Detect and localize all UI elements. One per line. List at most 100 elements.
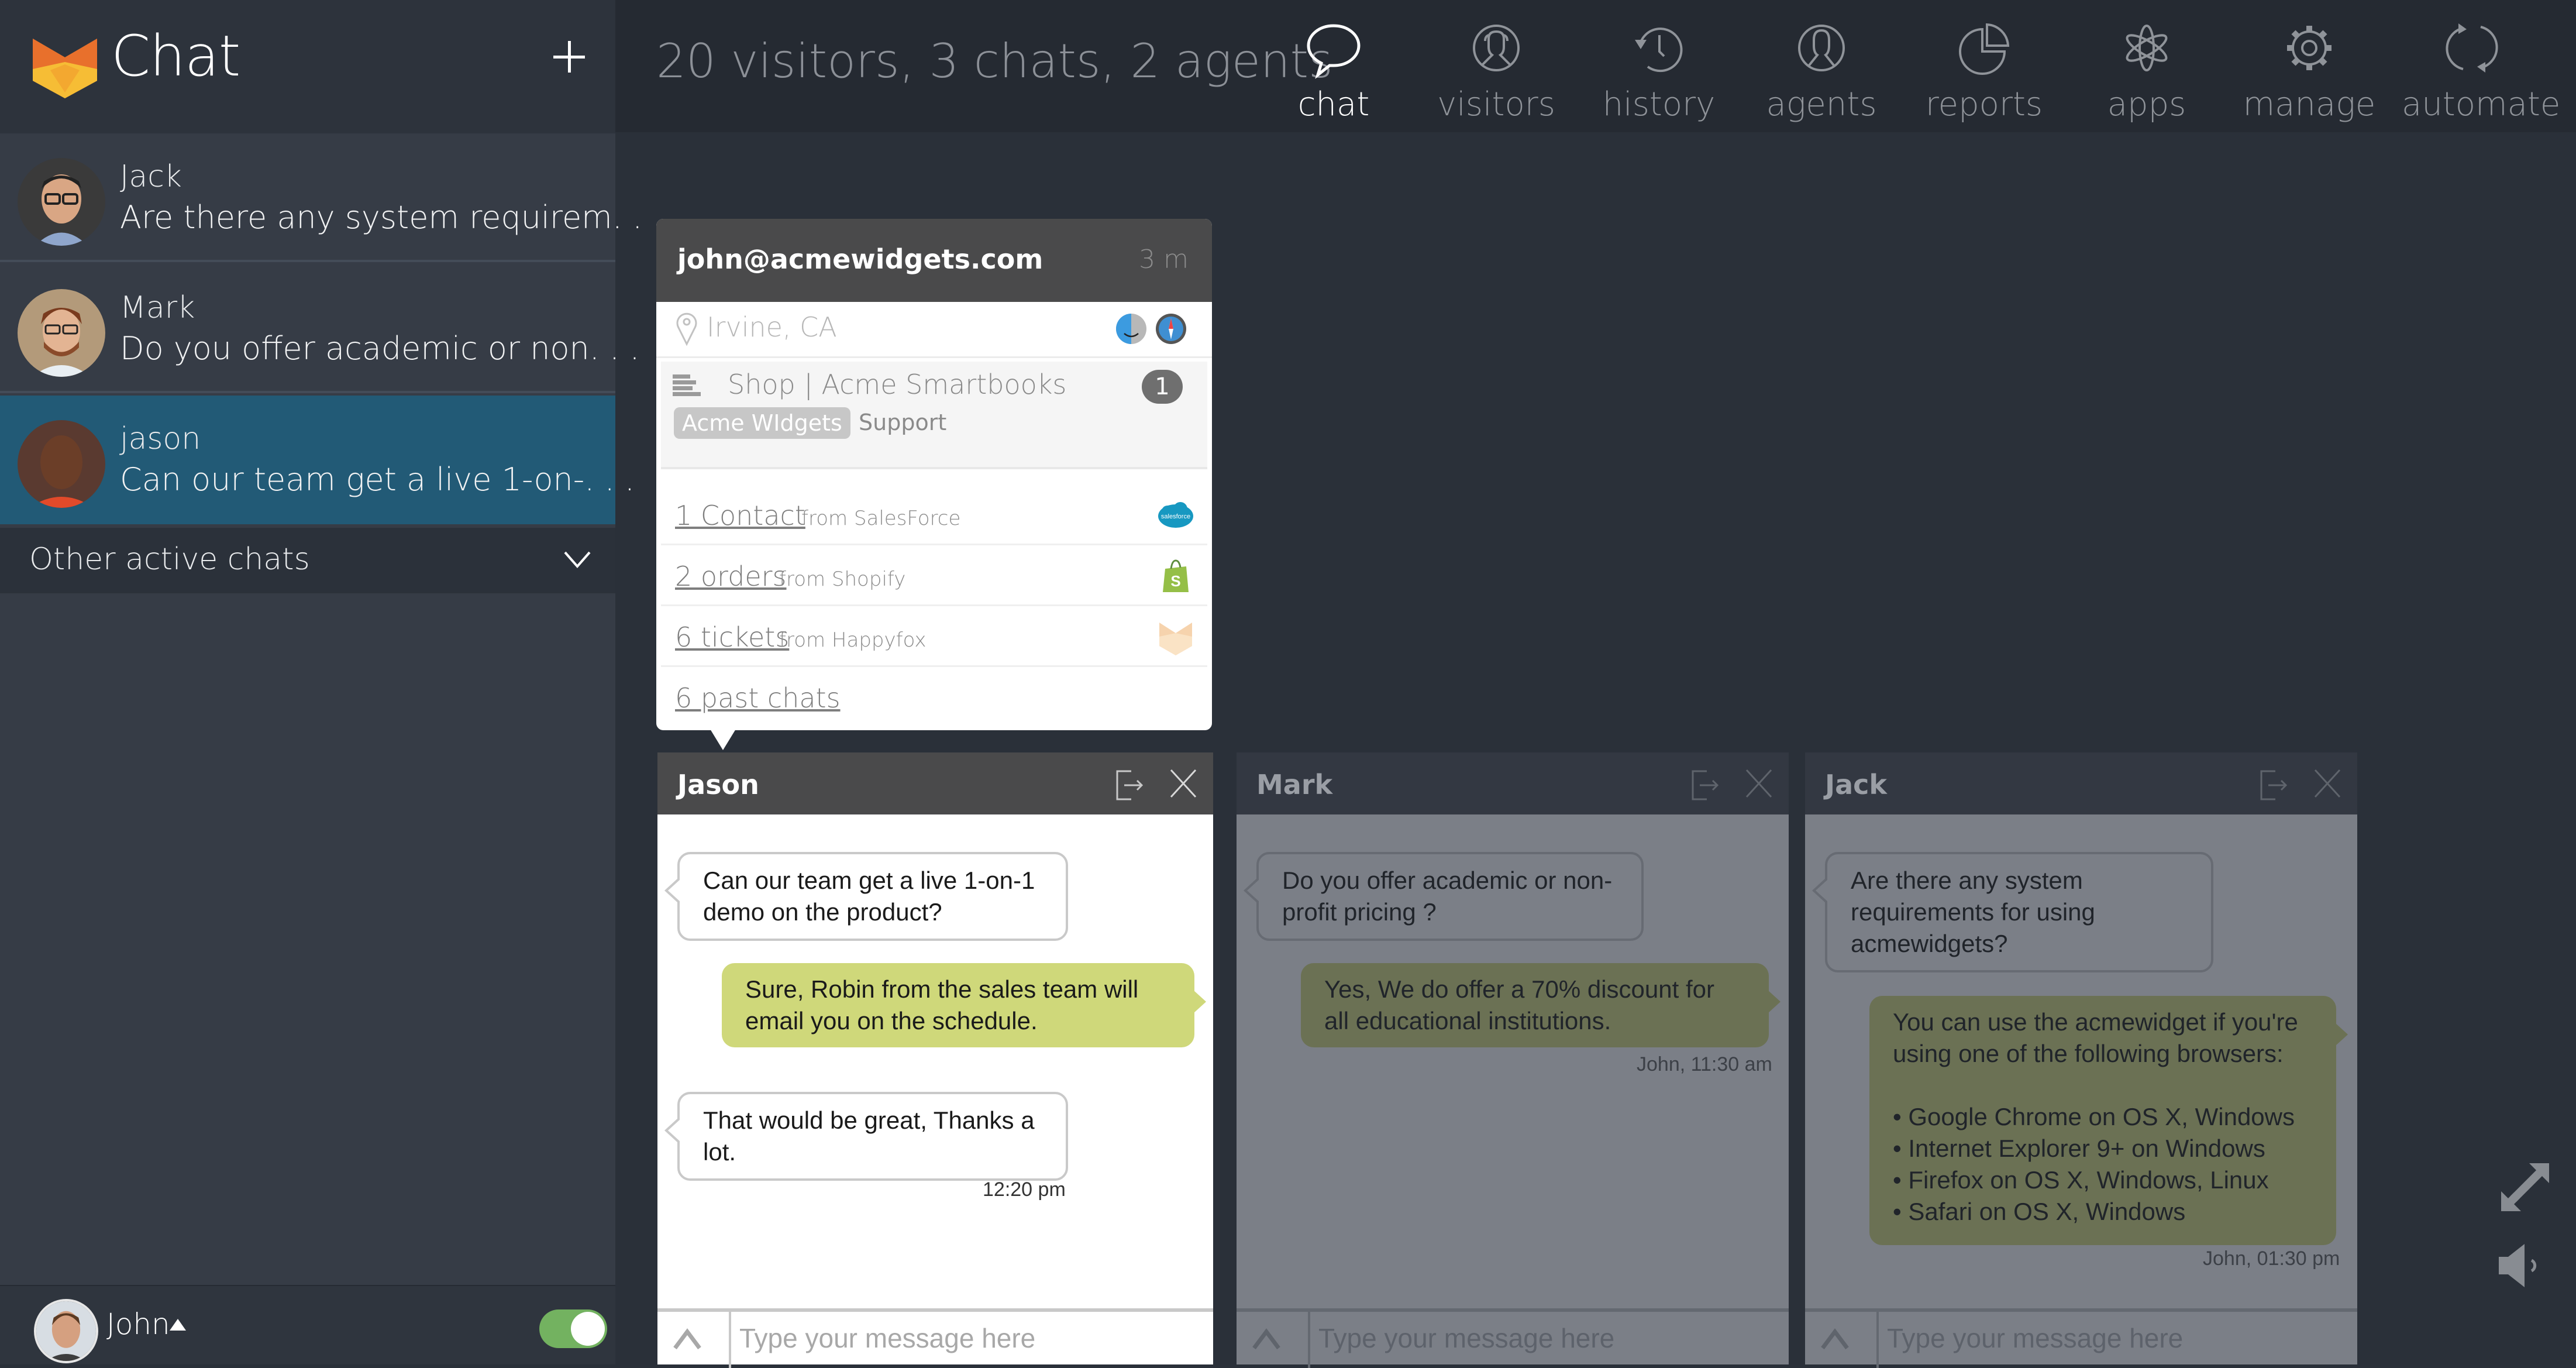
composer-divider [1308, 1312, 1310, 1368]
past-chats-link[interactable]: 6 past chats [675, 682, 841, 714]
other-active-chats-toggle[interactable]: Other active chats [0, 528, 615, 593]
expand-icon[interactable] [2499, 1161, 2551, 1214]
nav-label: agents [1766, 85, 1877, 123]
message-timestamp: 12:20 pm [983, 1178, 1066, 1201]
message-input[interactable] [1881, 1312, 2357, 1364]
visitor-email: john@acmewidgets.com [677, 243, 1044, 275]
transfer-chat-icon[interactable] [1692, 770, 1723, 800]
close-icon[interactable] [1743, 768, 1775, 799]
visitor-location: Irvine, CA [707, 311, 837, 343]
chat-list-preview: Can our team get a live 1-on-. . . [120, 461, 635, 498]
chevron-up-icon[interactable] [671, 1325, 703, 1354]
finder-icon [1116, 314, 1146, 344]
company-tag[interactable]: Acme WIdgets [674, 407, 850, 439]
caret-up-icon[interactable] [170, 1319, 186, 1331]
chat-list-item-jack[interactable]: Jack Are there any system requirem. . . [0, 133, 663, 262]
transfer-chat-icon[interactable] [2260, 770, 2292, 800]
chat-panel-header: Jack [1805, 752, 2357, 814]
visitor-info-card: john@acmewidgets.com 3 m Irvine, CA Shop… [656, 219, 1212, 750]
contact-link[interactable]: 1 Contact [675, 500, 805, 531]
visitor-duration: 3 m [1139, 245, 1189, 274]
nav-history[interactable]: history [1589, 18, 1729, 123]
message-composer [1805, 1308, 2357, 1368]
past-chats-row: 6 past chats [661, 667, 1207, 728]
online-status-toggle[interactable] [539, 1309, 607, 1348]
visitor-message: Are there any system requirements for us… [1812, 852, 2213, 972]
chat-list-name: Mark [120, 290, 195, 325]
visitors-icon [1473, 25, 1520, 71]
gear-icon [2287, 26, 2332, 70]
message-composer [1237, 1308, 1789, 1368]
agent-message: Yes, We do offer a 70% discount for all … [1301, 963, 1781, 1047]
nav-manage[interactable]: manage [2239, 18, 2379, 123]
integration-row-salesforce: 1 Contact from SalesForce salesforce [661, 484, 1207, 545]
page-count-badge: 1 [1142, 370, 1183, 404]
chat-messages: Can our team get a live 1-on-1 demo on t… [657, 814, 1213, 1305]
nav-label: chat [1297, 85, 1370, 123]
current-user-avatar[interactable] [34, 1299, 98, 1363]
browser-list-item: • Safari on OS X, Windows [1893, 1198, 2186, 1225]
chat-list-item-jason[interactable]: jason Can our team get a live 1-on-. . . [0, 396, 635, 524]
agent-icon [1798, 25, 1845, 71]
nav-reports[interactable]: reports [1914, 18, 2054, 123]
tickets-link[interactable]: 6 tickets [675, 621, 789, 653]
refresh-icon [2446, 23, 2498, 73]
agent-message: Sure, Robin from the sales team will ema… [722, 963, 1206, 1047]
browser-item-text: Firefox on OS X, Windows, Linux [1908, 1166, 2269, 1194]
happyfox-logo-icon [33, 39, 97, 98]
browser-item-text: Google Chrome on OS X, Windows [1908, 1103, 2295, 1130]
integration-row-shopify: 2 orders from Shopify S [661, 545, 1207, 606]
current-page-title: Shop | Acme Smartbooks [728, 369, 1067, 400]
chevron-up-icon[interactable] [1251, 1325, 1282, 1354]
orders-link[interactable]: 2 orders [675, 561, 787, 592]
browser-item-text: Safari on OS X, Windows [1908, 1198, 2186, 1225]
nav-automate[interactable]: automate [2402, 18, 2561, 123]
page-list-icon [673, 374, 701, 396]
visitor-message: That would be great, Thanks a lot. [664, 1092, 1068, 1181]
agent-message: You can use the acmewidget if you're usi… [1869, 996, 2348, 1245]
nav-label: automate [2402, 85, 2561, 123]
close-icon[interactable] [1168, 768, 1199, 799]
speech-bubble-icon [1307, 24, 1361, 79]
close-icon[interactable] [2312, 768, 2343, 799]
shopify-icon: S [1163, 559, 1189, 592]
integration-source: from SalesForce [801, 507, 961, 530]
integration-source: from Happyfox [779, 628, 927, 652]
happyfox-icon [1159, 623, 1192, 655]
safari-icon [1156, 314, 1186, 344]
browser-list-item: • Internet Explorer 9+ on Windows [1893, 1135, 2265, 1162]
nav-label: apps [2107, 85, 2186, 123]
chat-messages: Are there any system requirements for us… [1805, 814, 2357, 1305]
composer-divider [1876, 1312, 1879, 1368]
svg-text:salesforce: salesforce [1161, 513, 1190, 520]
nav-visitors[interactable]: visitors [1426, 18, 1566, 123]
chat-messages: Do you offer academic or non-profit pric… [1237, 814, 1789, 1305]
nav-label: history [1602, 85, 1716, 123]
chat-panel-title: Jason [677, 769, 759, 800]
message-input[interactable] [733, 1312, 1213, 1364]
toggle-knob [571, 1312, 605, 1346]
chevron-up-icon[interactable] [1819, 1325, 1851, 1354]
atom-icon [2126, 25, 2168, 71]
live-stats: 20 visitors, 3 chats, 2 agents [656, 34, 1333, 88]
current-user-name[interactable]: John [106, 1307, 170, 1341]
nav-agents[interactable]: agents [1751, 18, 1892, 123]
chat-panel-title: Mark [1256, 769, 1333, 800]
history-icon [1635, 28, 1683, 73]
message-input[interactable] [1313, 1312, 1789, 1364]
svg-text:S: S [1170, 572, 1180, 590]
nav-chat[interactable]: chat [1263, 18, 1404, 123]
chevron-down-icon [564, 551, 591, 569]
integration-source: from Shopify [779, 568, 906, 591]
transfer-chat-icon[interactable] [1116, 770, 1148, 800]
speaker-icon[interactable] [2499, 1244, 2543, 1287]
chat-list-preview: Do you offer academic or non. . . [120, 330, 640, 367]
visitor-current-page: Shop | Acme Smartbooks 1 Acme WIdgets Su… [661, 362, 1207, 469]
chat-list-item-mark[interactable]: Mark Do you offer academic or non. . . [0, 264, 640, 393]
chat-panel-header: Mark [1237, 752, 1789, 814]
chat-list-preview: Are there any system requirem. . . [120, 199, 663, 236]
nav-apps[interactable]: apps [2076, 18, 2217, 123]
message-timestamp: John, 11:30 am [1637, 1053, 1772, 1075]
sidebar-header: Chat [0, 0, 615, 133]
new-chat-plus-icon[interactable] [549, 36, 590, 77]
